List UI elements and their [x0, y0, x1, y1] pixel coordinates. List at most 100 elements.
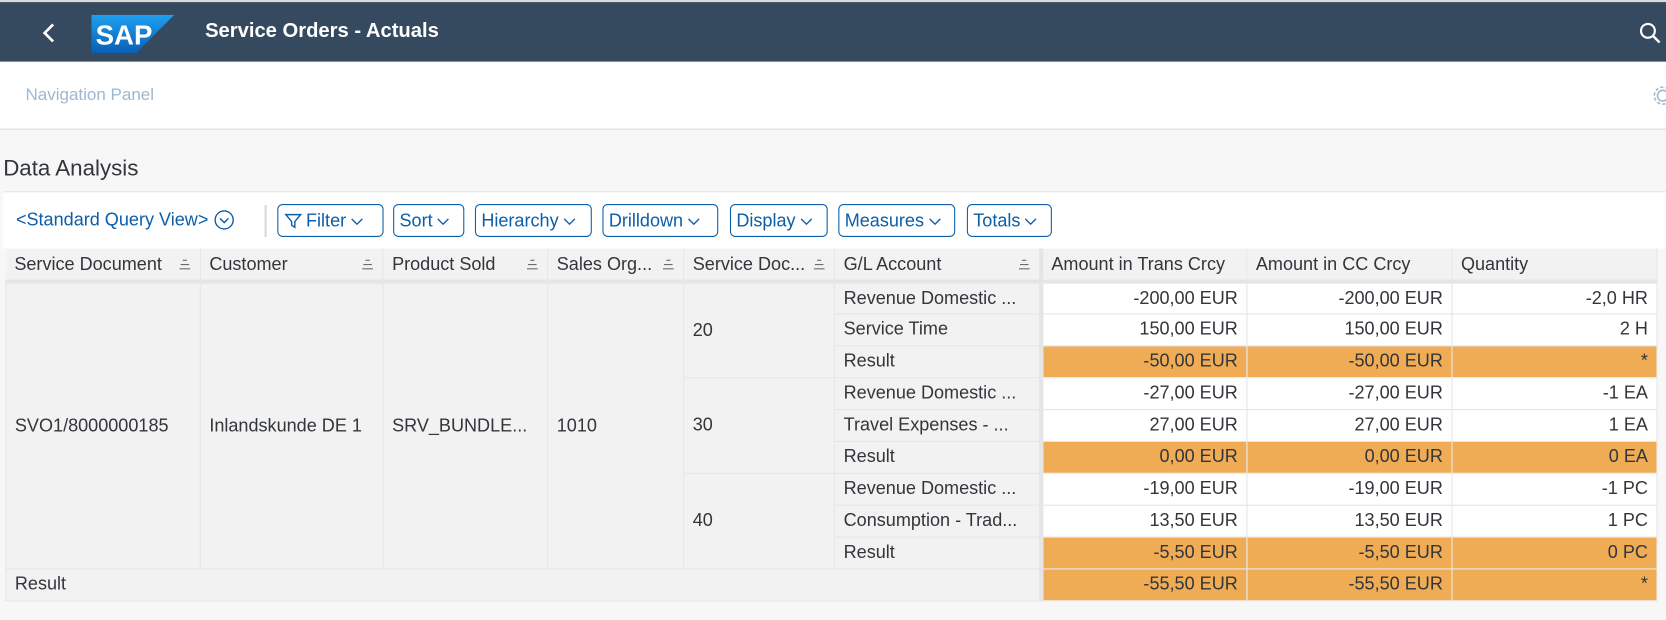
chevron-down-icon: [350, 217, 363, 225]
cell-total-quantity[interactable]: *: [1451, 567, 1658, 601]
measures-button[interactable]: Measures: [838, 204, 956, 237]
cell-gl-account[interactable]: Revenue Domestic ...: [834, 281, 1042, 314]
query-view-selector[interactable]: <Standard Query View>: [16, 209, 235, 230]
cell-customer[interactable]: Inlandskunde DE 1: [199, 281, 384, 569]
app-root: SAP Service Orders - Actuals Navigation …: [0, 0, 1666, 620]
cell-amount-trans[interactable]: -50,00 EUR: [1038, 344, 1248, 378]
column-header-service-doc-item[interactable]: Service Doc...: [683, 248, 836, 284]
cell-amount-trans[interactable]: -5,50 EUR: [1038, 536, 1248, 569]
cell-quantity[interactable]: *: [1451, 344, 1658, 378]
cell-quantity[interactable]: 0 EA: [1451, 440, 1658, 474]
cell-amount-trans[interactable]: -200,00 EUR: [1038, 281, 1248, 314]
sort-button-label: Sort: [399, 209, 433, 231]
sort-lines-icon: [1018, 259, 1030, 270]
cell-amount-trans[interactable]: 27,00 EUR: [1038, 408, 1248, 442]
search-icon: [1639, 22, 1661, 44]
cell-total-amount-trans[interactable]: -55,50 EUR: [1038, 567, 1248, 601]
column-header-quantity[interactable]: Quantity: [1451, 248, 1658, 284]
sort-lines-icon: [362, 259, 373, 270]
gear-icon: [1653, 86, 1666, 105]
circle-chevron-down-icon: [214, 210, 235, 230]
cell-amount-cc[interactable]: -50,00 EUR: [1246, 344, 1453, 378]
cell-gl-account[interactable]: Travel Expenses - ...: [834, 408, 1042, 442]
hierarchy-button-label: Hierarchy: [481, 209, 559, 231]
cell-service-doc-item[interactable]: 40: [683, 472, 836, 569]
display-button[interactable]: Display: [729, 204, 828, 237]
column-header-service-document[interactable]: Service Document: [5, 248, 201, 284]
sort-button[interactable]: Sort: [393, 204, 465, 237]
chevron-down-icon: [800, 217, 812, 225]
cell-service-doc-item[interactable]: 20: [683, 281, 836, 378]
cell-amount-cc[interactable]: -5,50 EUR: [1246, 536, 1453, 569]
column-header-amount-cc[interactable]: Amount in CC Crcy: [1246, 248, 1453, 284]
cell-gl-account[interactable]: Service Time: [834, 312, 1042, 346]
cell-quantity[interactable]: -2,0 HR: [1451, 281, 1658, 314]
analysis-toolbar: <Standard Query View> Filter Sort Hierar…: [3, 191, 1666, 249]
column-header-sales-org[interactable]: Sales Org...: [547, 248, 685, 284]
cell-amount-cc[interactable]: 13,50 EUR: [1246, 504, 1453, 538]
cell-quantity[interactable]: 2 H: [1451, 312, 1658, 346]
chevron-down-icon: [687, 217, 700, 225]
cell-total-label[interactable]: Result: [5, 567, 1042, 601]
svg-text:SAP: SAP: [96, 20, 153, 51]
cell-amount-cc[interactable]: -19,00 EUR: [1246, 472, 1453, 506]
cell-amount-cc[interactable]: -27,00 EUR: [1246, 376, 1453, 410]
cell-quantity[interactable]: -1 EA: [1451, 376, 1658, 410]
shell-bar: SAP Service Orders - Actuals: [0, 0, 1666, 64]
sort-lines-icon: [813, 259, 825, 270]
filter-button-label: Filter: [306, 209, 347, 231]
cell-quantity[interactable]: 1 PC: [1451, 504, 1658, 538]
cell-amount-trans[interactable]: 13,50 EUR: [1038, 504, 1248, 538]
cell-service-document[interactable]: SVO1/8000000185: [5, 281, 201, 569]
filter-icon: [284, 213, 303, 229]
filter-button[interactable]: Filter: [277, 204, 384, 237]
sort-lines-icon: [663, 259, 674, 270]
sap-logo[interactable]: SAP: [91, 14, 175, 54]
cell-amount-trans[interactable]: 0,00 EUR: [1038, 440, 1248, 474]
sort-lines-icon: [179, 259, 191, 270]
chevron-down-icon: [928, 217, 941, 225]
header-row: Service Document Customer Product Sold S…: [5, 248, 1658, 284]
chevron-down-icon: [1025, 217, 1037, 225]
column-header-gl-account[interactable]: G/L Account: [834, 248, 1042, 284]
chevron-left-icon: [42, 23, 55, 43]
cell-quantity[interactable]: 0 PC: [1451, 536, 1658, 569]
chevron-down-icon: [437, 217, 450, 225]
hierarchy-button[interactable]: Hierarchy: [474, 204, 592, 237]
toolbar-separator: [264, 205, 267, 237]
sort-lines-icon: [527, 259, 538, 270]
measures-button-label: Measures: [844, 209, 924, 231]
back-button[interactable]: [38, 17, 64, 49]
column-header-customer[interactable]: Customer: [200, 248, 384, 284]
cell-quantity[interactable]: -1 PC: [1451, 472, 1658, 506]
section-title: Data Analysis: [3, 156, 139, 181]
cell-sales-org[interactable]: 1010: [547, 281, 685, 569]
cell-gl-result[interactable]: Result: [834, 344, 1042, 378]
navigation-panel-label[interactable]: Navigation Panel: [26, 86, 155, 105]
cell-amount-cc[interactable]: 27,00 EUR: [1246, 408, 1453, 442]
cell-amount-cc[interactable]: 0,00 EUR: [1246, 440, 1453, 474]
cell-amount-trans[interactable]: -27,00 EUR: [1038, 376, 1248, 410]
totals-button[interactable]: Totals: [966, 204, 1052, 237]
cell-product-sold[interactable]: SRV_BUNDLE...: [382, 281, 549, 569]
cell-gl-account[interactable]: Revenue Domestic ...: [834, 376, 1042, 410]
cell-amount-trans[interactable]: -19,00 EUR: [1038, 472, 1248, 506]
totals-button-label: Totals: [973, 209, 1021, 231]
search-button[interactable]: [1638, 21, 1661, 44]
cell-gl-result[interactable]: Result: [834, 536, 1042, 569]
cell-gl-account[interactable]: Revenue Domestic ...: [834, 472, 1042, 506]
column-header-amount-trans[interactable]: Amount in Trans Crcy: [1038, 248, 1248, 284]
cell-service-doc-item[interactable]: 30: [683, 376, 836, 474]
cell-gl-account[interactable]: Consumption - Trad...: [834, 504, 1042, 538]
cell-total-amount-cc[interactable]: -55,50 EUR: [1246, 567, 1453, 601]
cell-amount-cc[interactable]: 150,00 EUR: [1246, 312, 1453, 346]
cell-gl-result[interactable]: Result: [834, 440, 1042, 474]
column-header-product-sold[interactable]: Product Sold: [383, 248, 549, 284]
cell-amount-trans[interactable]: 150,00 EUR: [1038, 312, 1248, 346]
drilldown-button-label: Drilldown: [608, 209, 684, 231]
cell-amount-cc[interactable]: -200,00 EUR: [1246, 281, 1453, 314]
chevron-down-icon: [563, 217, 576, 225]
settings-button[interactable]: [1652, 85, 1666, 106]
drilldown-button[interactable]: Drilldown: [602, 204, 719, 237]
cell-quantity[interactable]: 1 EA: [1451, 408, 1658, 442]
